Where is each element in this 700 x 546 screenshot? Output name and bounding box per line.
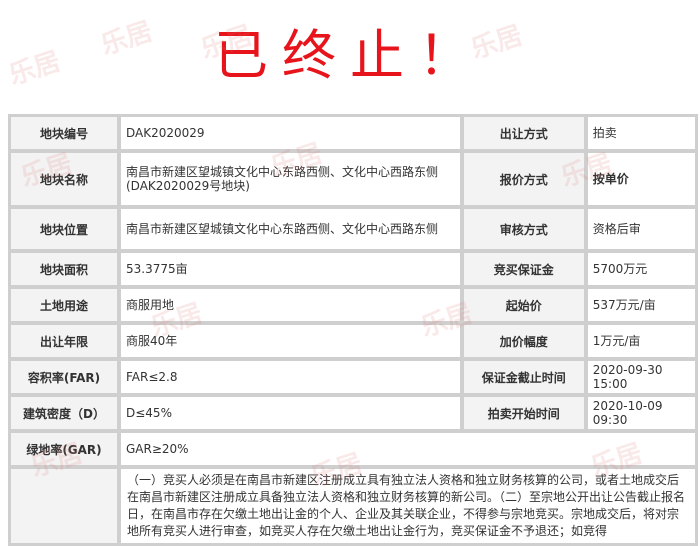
- field-value: 1万元/亩: [586, 324, 696, 358]
- field-value: 5700万元: [586, 252, 696, 286]
- field-label: 加价幅度: [462, 324, 585, 358]
- field-value: FAR≤2.8: [120, 360, 461, 394]
- table-row: 建筑密度（D） D≤45% 拍卖开始时间 2020-10-09 09:30: [10, 396, 696, 430]
- field-label: 拍卖开始时间: [462, 396, 585, 430]
- table-row: （一）竞买人必须是在南昌市新建区注册成立具有独立法人资格和独立财务核算的公司，或…: [10, 468, 696, 544]
- field-label: 地块位置: [10, 208, 118, 250]
- field-label: 出让方式: [462, 116, 585, 150]
- field-value: 2020-09-30 15:00: [586, 360, 696, 394]
- field-value: GAR≥20%: [120, 432, 696, 466]
- table-row: 出让年限 商服40年 加价幅度 1万元/亩: [10, 324, 696, 358]
- field-value: 南昌市新建区望城镇文化中心东路西侧、文化中心西路东侧: [120, 208, 461, 250]
- land-info-table: 地块编号 DAK2020029 出让方式 拍卖 地块名称 南昌市新建区望城镇文化…: [8, 114, 698, 546]
- field-value: 南昌市新建区望城镇文化中心东路西侧、文化中心西路东侧(DAK2020029号地块…: [120, 152, 461, 206]
- field-value: 商服用地: [120, 288, 461, 322]
- field-value: 2020-10-09 09:30: [586, 396, 696, 430]
- field-label: 出让年限: [10, 324, 118, 358]
- field-value-highlight: 按单价: [586, 152, 696, 206]
- bidder-requirements-text: （一）竞买人必须是在南昌市新建区注册成立具有独立法人资格和独立财务核算的公司，或…: [120, 468, 696, 544]
- table-row: 土地用途 商服用地 起始价 537万元/亩: [10, 288, 696, 322]
- field-label: 土地用途: [10, 288, 118, 322]
- field-label: 保证金截止时间: [462, 360, 585, 394]
- field-value: 商服40年: [120, 324, 461, 358]
- field-label-empty: [10, 468, 118, 544]
- field-label: 地块面积: [10, 252, 118, 286]
- field-label: 起始价: [462, 288, 585, 322]
- field-label: 地块名称: [10, 152, 118, 206]
- field-value: DAK2020029: [120, 116, 461, 150]
- field-label: 审核方式: [462, 208, 585, 250]
- field-label: 容积率(FAR): [10, 360, 118, 394]
- table-row: 绿地率(GAR) GAR≥20%: [10, 432, 696, 466]
- field-value: D≤45%: [120, 396, 461, 430]
- field-label: 绿地率(GAR): [10, 432, 118, 466]
- table-row: 地块位置 南昌市新建区望城镇文化中心东路西侧、文化中心西路东侧 审核方式 资格后…: [10, 208, 696, 250]
- field-label: 报价方式: [462, 152, 585, 206]
- field-label: 竞买保证金: [462, 252, 585, 286]
- field-value: 537万元/亩: [586, 288, 696, 322]
- field-label: 地块编号: [10, 116, 118, 150]
- field-value: 53.3775亩: [120, 252, 461, 286]
- terminated-headline: 已终止！: [214, 24, 486, 87]
- table-row: 地块编号 DAK2020029 出让方式 拍卖: [10, 116, 696, 150]
- field-value: 资格后审: [586, 208, 696, 250]
- table-row: 地块名称 南昌市新建区望城镇文化中心东路西侧、文化中心西路东侧(DAK20200…: [10, 152, 696, 206]
- table-row: 容积率(FAR) FAR≤2.8 保证金截止时间 2020-09-30 15:0…: [10, 360, 696, 394]
- table-row: 地块面积 53.3775亩 竞买保证金 5700万元: [10, 252, 696, 286]
- field-label: 建筑密度（D）: [10, 396, 118, 430]
- field-value: 拍卖: [586, 116, 696, 150]
